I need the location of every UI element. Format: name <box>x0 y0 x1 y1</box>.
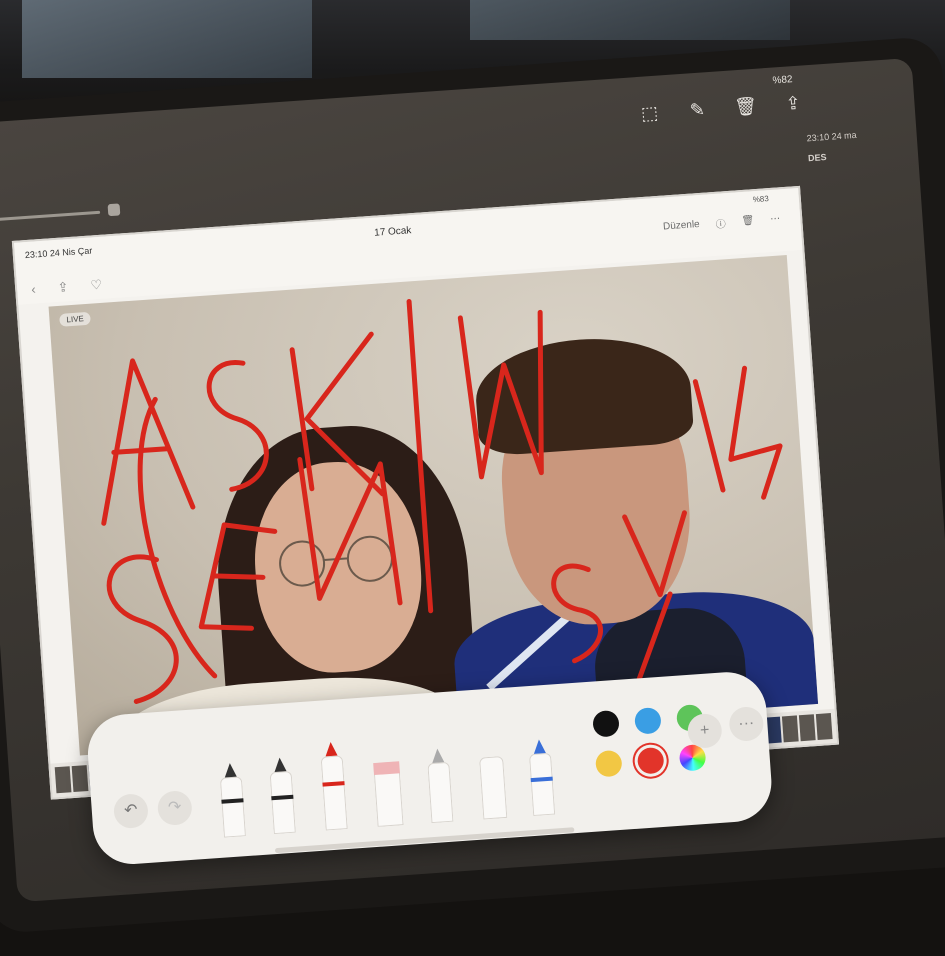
inner-left-actions: ‹ ⇪ ♡ <box>31 277 103 298</box>
scrubber-knob[interactable] <box>107 203 121 217</box>
markup-pen-icon[interactable]: ✎ <box>686 98 709 121</box>
drawing-text-top: AŞKIM <box>351 325 386 340</box>
undo-button[interactable]: ↶ <box>112 792 150 830</box>
eraser-tool[interactable] <box>373 761 404 827</box>
inner-trash-icon[interactable]: 🗑 <box>741 215 754 227</box>
color-swatch-black[interactable] <box>592 709 620 738</box>
add-button[interactable]: + <box>686 712 723 750</box>
thumbnail[interactable] <box>71 765 89 793</box>
inner-title: 17 Ocak <box>373 225 412 239</box>
inner-status: %83 <box>752 194 770 205</box>
pen-tool[interactable] <box>219 762 246 838</box>
scrubber-track[interactable] <box>0 210 101 223</box>
monoline-tool[interactable] <box>269 757 296 835</box>
ipad-screen: %82 ⬚ ✎ 🗑 ⇪ 23:10 24 ma DES 23:10 24 Nis… <box>0 57 945 903</box>
thumbnail[interactable] <box>781 715 799 743</box>
lasso-tool[interactable] <box>427 748 454 824</box>
marker-tool[interactable] <box>320 741 348 831</box>
color-swatch-red[interactable] <box>636 746 665 775</box>
ipad-device: %82 ⬚ ✎ 🗑 ⇪ 23:10 24 ma DES 23:10 24 Nis… <box>0 35 945 935</box>
background-window-2 <box>470 0 790 40</box>
background-window <box>22 0 312 78</box>
thumbnail[interactable] <box>798 714 816 742</box>
more-button[interactable]: ··· <box>728 705 765 743</box>
color-swatch-wheel[interactable] <box>678 743 707 772</box>
color-swatch-blue[interactable] <box>634 706 662 735</box>
side-label: DES <box>807 151 827 164</box>
undo-icon: ↶ <box>123 801 139 820</box>
select-icon[interactable]: ⬚ <box>638 101 661 124</box>
inner-share-icon[interactable]: ⇪ <box>57 279 69 296</box>
edit-button[interactable]: Düzenle <box>663 219 700 233</box>
info-icon[interactable]: ⓘ <box>715 215 726 231</box>
ruler-tool[interactable] <box>479 756 508 820</box>
handwriting-strokes <box>101 298 783 704</box>
thumbnail[interactable] <box>815 713 833 741</box>
share-icon[interactable]: ⇪ <box>781 91 804 114</box>
inner-actions: Düzenle ⓘ 🗑 ⋯ <box>663 211 781 234</box>
more-icon[interactable]: ⋯ <box>770 213 781 225</box>
side-time: 23:10 24 ma <box>806 129 857 144</box>
inner-time: 23:10 24 Nis Çar <box>24 245 93 261</box>
thumbnail[interactable] <box>54 766 72 794</box>
heart-icon[interactable]: ♡ <box>90 277 103 294</box>
outer-tool-group: ⬚ ✎ 🗑 ⇪ <box>638 91 805 125</box>
back-chevron-icon[interactable]: ‹ <box>31 281 36 297</box>
battery-status: %82 <box>772 74 793 87</box>
redo-button[interactable]: ↷ <box>156 789 193 827</box>
side-preview: 23:10 24 ma DES <box>806 128 882 223</box>
color-swatch-yellow[interactable] <box>594 749 623 778</box>
trash-icon[interactable]: 🗑 <box>734 95 758 118</box>
drawing-text-left: SENİ <box>106 551 132 566</box>
fountain-pen-tool[interactable] <box>528 739 556 817</box>
redo-icon: ↷ <box>167 798 183 817</box>
